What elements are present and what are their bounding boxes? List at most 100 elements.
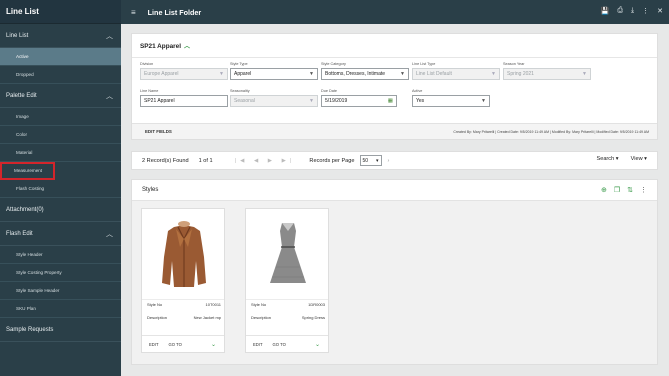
chevron-up-icon[interactable]: ︿ xyxy=(106,229,113,239)
style-category-select[interactable]: Bottoms, Dresses, Intimate ▼ xyxy=(321,68,409,80)
chevron-up-icon[interactable]: ︿ xyxy=(106,31,113,41)
search-label: Search xyxy=(596,156,615,162)
description-row: Description Spring Dress xyxy=(251,315,325,320)
styles-title: Styles xyxy=(142,187,159,193)
sidebar-item-material[interactable]: Material xyxy=(0,144,121,162)
sidebar-item-label: SKU Plan xyxy=(16,306,36,311)
line-name-input[interactable]: SP21 Apparel xyxy=(140,95,228,107)
sidebar-item-label: Color xyxy=(16,132,27,137)
sidebar-item-label: Flash Costing xyxy=(16,186,45,191)
sidebar-item-label: Style Header xyxy=(16,252,43,257)
field-value: 5/19/2019 xyxy=(325,98,348,104)
sidebar-item-style-costing-property[interactable]: Style Costing Property xyxy=(0,264,121,282)
edit-fields-button[interactable]: EDIT FIELDS xyxy=(145,129,172,134)
styles-actions: ⊕ ❐ ⇅ ⋮ xyxy=(601,186,647,194)
pagination-controls[interactable]: |◀ ◀ ▶ ▶| xyxy=(235,158,296,164)
sidebar-item-label: Dropped xyxy=(16,72,34,77)
records-bar: 2 Record(s) Found 1 of 1 |◀ ◀ ▶ ▶| Recor… xyxy=(131,151,658,170)
sidebar-section-attachment[interactable]: Attachment(0) xyxy=(0,198,121,222)
field-value: Seasonal xyxy=(234,98,255,104)
sort-icon[interactable]: ⇅ xyxy=(627,186,633,194)
sidebar-item-dropped[interactable]: Dropped xyxy=(0,66,121,84)
more-icon[interactable]: ⋮ xyxy=(640,186,647,194)
hamburger-menu-icon[interactable]: ≡ xyxy=(131,8,136,17)
style-no-label: Style No xyxy=(251,302,267,307)
field-value: Bottoms, Dresses, Intimate xyxy=(325,71,386,77)
records-per-page-select[interactable]: 50 ▾ xyxy=(359,155,382,166)
close-icon[interactable]: ✕ xyxy=(657,7,663,15)
save-icon[interactable]: 💾 xyxy=(601,7,610,15)
sidebar-item-label: Image xyxy=(16,114,29,119)
description-label: Description xyxy=(251,315,272,320)
chevron-up-icon[interactable]: ︿ xyxy=(184,44,190,50)
dropdown-arrow-icon: ▼ xyxy=(491,71,496,77)
style-tile[interactable]: Style No 1DR0003 Description Spring Dress … xyxy=(245,208,329,353)
form-title[interactable]: SP21 Apparel ︿ xyxy=(140,41,190,50)
calendar-icon[interactable]: ▦ xyxy=(388,98,393,104)
due-date-field: Due Date 5/19/2019 ▦ xyxy=(321,89,397,107)
division-field: Division Europe Apparel ▼ xyxy=(140,62,228,80)
sidebar-item-label: Material xyxy=(16,150,33,155)
goto-button[interactable]: GO TO xyxy=(169,342,182,347)
sidebar: Line List Line List ︿ Active Dropped Pal… xyxy=(0,0,121,376)
chevron-down-icon[interactable]: ⌄ xyxy=(315,341,320,348)
sidebar-item-image[interactable]: Image xyxy=(0,108,121,126)
edit-button[interactable]: EDIT xyxy=(253,342,263,347)
goto-button[interactable]: GO TO xyxy=(273,342,286,347)
sidebar-section-label: Palette Edit xyxy=(6,92,37,99)
active-select[interactable]: Yes ▼ xyxy=(412,95,490,107)
dress-image[interactable] xyxy=(252,217,324,295)
season-year-select: Spring 2021 ▼ xyxy=(503,68,591,80)
seasonality-select: Seasonal ▼ xyxy=(230,95,318,107)
sidebar-section-flash-edit[interactable]: Flash Edit ︿ xyxy=(0,222,121,246)
chevron-right-icon[interactable]: › xyxy=(388,158,390,164)
download-icon[interactable]: ⤓ xyxy=(631,7,634,15)
sidebar-item-label: Active xyxy=(16,54,29,59)
page-title: Line List Folder xyxy=(147,7,202,17)
sidebar-section-palette-edit[interactable]: Palette Edit ︿ xyxy=(0,84,121,108)
chevron-down-icon[interactable]: ⌄ xyxy=(211,341,216,348)
form-footer: EDIT FIELDS Created By: Mary Pritarelli … xyxy=(132,123,657,139)
view-button[interactable]: View ▾ xyxy=(631,156,647,162)
sidebar-item-style-sample-header[interactable]: Style Sample Header xyxy=(0,282,121,300)
division-select: Europe Apparel ▼ xyxy=(140,68,228,80)
search-button[interactable]: Search ▾ xyxy=(596,156,618,162)
description-row: Description New Jacket mp xyxy=(147,315,221,320)
description-value: Spring Dress xyxy=(301,315,325,320)
sidebar-item-measurement[interactable]: Measurement xyxy=(0,162,55,180)
field-value: Europe Apparel xyxy=(144,71,179,77)
style-type-field: Style Type Apparel ▼ xyxy=(230,62,318,80)
edit-button[interactable]: EDIT xyxy=(149,342,159,347)
styles-panel: Styles ⊕ ❐ ⇅ ⋮ Style No 10T0011 Descripti… xyxy=(131,179,658,365)
sidebar-section-line-list[interactable]: Line List ︿ xyxy=(0,24,121,48)
sidebar-section-sample-requests[interactable]: Sample Requests xyxy=(0,318,121,342)
divider xyxy=(132,57,657,58)
style-no-row: Style No 1DR0003 xyxy=(251,302,325,307)
print-icon[interactable]: ⎙ xyxy=(617,7,623,15)
sidebar-item-label: Style Costing Property xyxy=(16,270,62,275)
due-date-input[interactable]: 5/19/2019 ▦ xyxy=(321,95,397,107)
style-tile[interactable]: Style No 10T0011 Description New Jacket mp… xyxy=(141,208,225,353)
toolbar-icons: 💾 ⎙ ⤓ ⋮ ✕ xyxy=(601,7,663,15)
chevron-up-icon[interactable]: ︿ xyxy=(106,91,113,101)
sidebar-item-sku-plan[interactable]: SKU Plan xyxy=(0,300,121,318)
style-no-value: 10T0011 xyxy=(205,302,222,307)
sidebar-item-flash-costing[interactable]: Flash Costing xyxy=(0,180,121,198)
seasonality-field: Seasonality Seasonal ▼ xyxy=(230,89,318,107)
line-list-type-field: Line List Type Line List Default ▼ xyxy=(412,62,500,80)
sidebar-item-active[interactable]: Active xyxy=(0,48,121,66)
more-icon[interactable]: ⋮ xyxy=(642,7,649,15)
style-type-select[interactable]: Apparel ▼ xyxy=(230,68,318,80)
style-no-row: Style No 10T0011 xyxy=(147,302,221,307)
jacket-image[interactable] xyxy=(148,217,220,295)
sidebar-item-label: Style Sample Header xyxy=(16,288,60,293)
active-field: Active Yes ▼ xyxy=(412,89,490,107)
sidebar-item-color[interactable]: Color xyxy=(0,126,121,144)
dropdown-arrow-icon: ▼ xyxy=(309,71,314,77)
field-value: SP21 Apparel xyxy=(144,98,175,104)
top-bar: ≡ Line List Folder 💾 ⎙ ⤓ ⋮ ✕ xyxy=(121,0,669,24)
add-icon[interactable]: ⊕ xyxy=(601,186,607,194)
sidebar-item-style-header[interactable]: Style Header xyxy=(0,246,121,264)
sidebar-section-label: Sample Requests xyxy=(6,326,54,333)
copy-icon[interactable]: ❐ xyxy=(614,186,620,194)
